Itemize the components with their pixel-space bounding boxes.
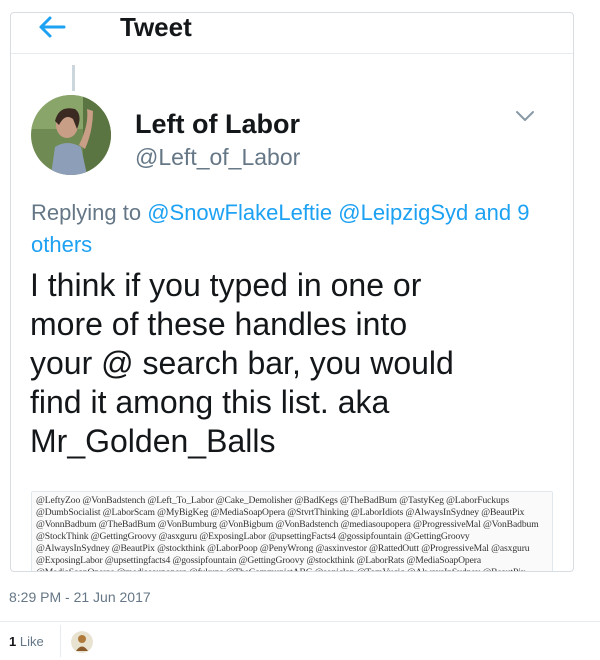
likes-label: Like bbox=[19, 634, 44, 649]
arrow-left-icon bbox=[39, 16, 66, 38]
thread-connector bbox=[72, 65, 75, 91]
user-handle[interactable]: @Left_of_Labor bbox=[135, 144, 300, 170]
back-button[interactable] bbox=[37, 15, 67, 39]
profile-photo-icon bbox=[31, 95, 111, 175]
likes-count[interactable]: 1 Like bbox=[9, 634, 44, 649]
mention-link[interactable]: @SnowFlakeLeftie bbox=[147, 200, 332, 225]
mention-link[interactable]: @LeipzigSyd bbox=[338, 200, 468, 225]
tweet-menu-button[interactable] bbox=[514, 108, 536, 124]
likes-number: 1 bbox=[9, 634, 17, 649]
tweet-card: Tweet Left of Labor @Left_of_Labor Reply… bbox=[10, 12, 574, 572]
liker-photo-icon bbox=[71, 631, 93, 653]
liker-avatar[interactable] bbox=[71, 631, 93, 653]
header-divider bbox=[11, 53, 573, 54]
page-title: Tweet bbox=[120, 12, 192, 42]
replying-prefix: Replying to bbox=[31, 200, 148, 225]
header: Tweet bbox=[11, 13, 573, 45]
image-handles-list: @LeftyZoo @VonBadstench @Left_To_Labor @… bbox=[36, 495, 539, 571]
replying-to: Replying to @SnowFlakeLeftie @LeipzigSyd… bbox=[31, 197, 561, 261]
avatar[interactable] bbox=[31, 95, 111, 175]
tweet-timestamp[interactable]: 8:29 PM - 21 Jun 2017 bbox=[9, 589, 151, 605]
display-name[interactable]: Left of Labor bbox=[135, 109, 300, 139]
likes-divider bbox=[60, 625, 61, 657]
top-edge-fragment bbox=[10, 0, 70, 4]
footer-divider bbox=[0, 621, 600, 622]
tweet-text: I think if you typed in one or more of t… bbox=[30, 267, 454, 459]
attached-image[interactable]: @LeftyZoo @VonBadstench @Left_To_Labor @… bbox=[31, 491, 553, 571]
chevron-down-icon bbox=[516, 111, 534, 121]
